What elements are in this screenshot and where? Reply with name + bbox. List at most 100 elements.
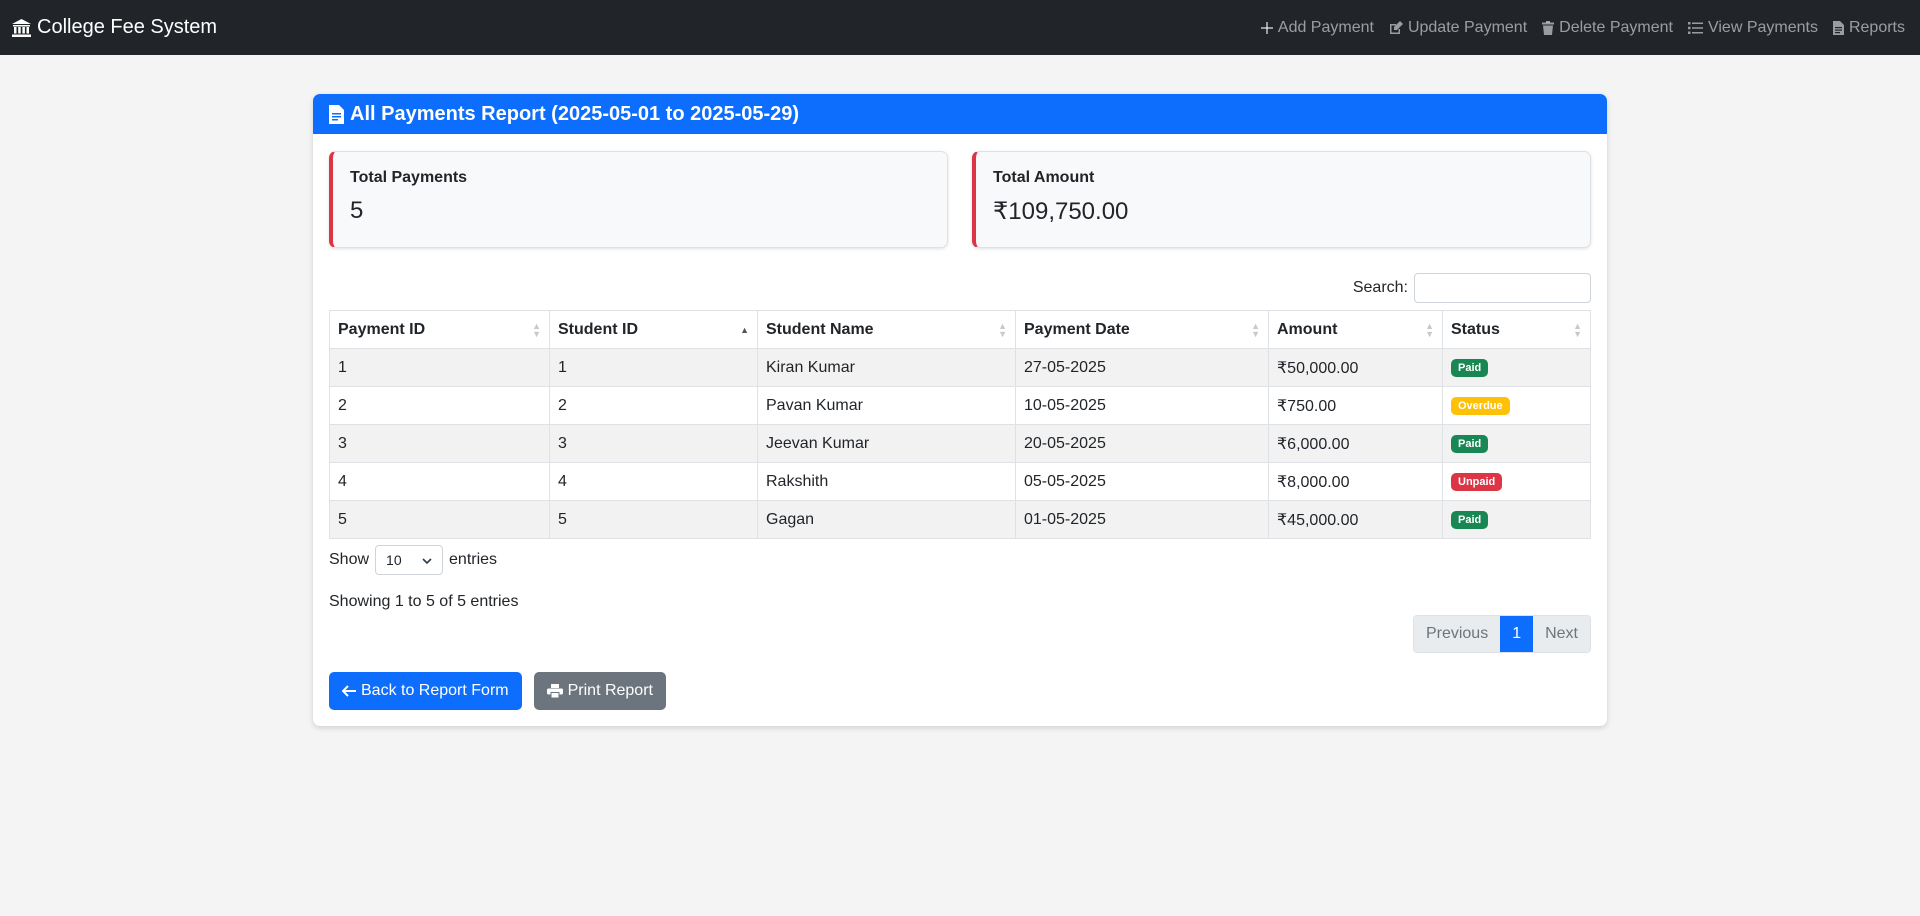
- col-amount[interactable]: Amount ▲ ▼: [1268, 310, 1443, 349]
- table-row: 5 5 Gagan 01-05-2025 ₹45,000.00 Paid: [329, 500, 1591, 539]
- search-row: Search:: [1353, 273, 1591, 303]
- total-amount-label: Total Amount: [993, 169, 1095, 186]
- nav-delete-payment[interactable]: Delete Payment: [1542, 19, 1673, 37]
- previous-button[interactable]: Previous: [1413, 616, 1501, 652]
- cell-payment-date: 05-05-2025: [1015, 462, 1269, 501]
- cell-amount: ₹750.00: [1268, 386, 1443, 425]
- total-payments-value: 5: [350, 197, 364, 224]
- status-badge: Overdue: [1451, 397, 1510, 415]
- navbar: College Fee System Add Payment Update Pa…: [0, 0, 1920, 55]
- report-card: All Payments Report (2025-05-01 to 2025-…: [313, 94, 1607, 726]
- cell-amount: ₹50,000.00: [1268, 348, 1443, 387]
- page-length-value: 10: [386, 552, 402, 568]
- chevron-down-icon: [422, 552, 432, 568]
- print-button-label: Print Report: [567, 682, 653, 699]
- file-text-icon: [329, 104, 344, 124]
- col-payment-date[interactable]: Payment Date ▲ ▼: [1015, 310, 1269, 349]
- printer-icon: [546, 684, 563, 698]
- cell-status: Paid: [1442, 500, 1591, 539]
- nav-view-payments[interactable]: View Payments: [1687, 19, 1818, 37]
- cell-student-id: 2: [549, 386, 758, 425]
- col-amount-label: Amount: [1277, 320, 1338, 338]
- cell-status: Unpaid: [1442, 462, 1591, 501]
- sort-icon: ▲ ▼: [1251, 320, 1260, 339]
- table-row: 2 2 Pavan Kumar 10-05-2025 ₹750.00 Overd…: [329, 386, 1591, 425]
- trash-icon: [1542, 20, 1555, 35]
- status-badge: Paid: [1451, 359, 1489, 377]
- cell-payment-date: 20-05-2025: [1015, 424, 1269, 463]
- entries-label: entries: [449, 551, 498, 568]
- cell-payment-date: 01-05-2025: [1015, 500, 1269, 539]
- cell-student-name: Rakshith: [757, 462, 1016, 501]
- nav-reports[interactable]: Reports: [1832, 18, 1905, 37]
- show-label: Show: [329, 551, 370, 568]
- cell-student-id: 4: [549, 462, 758, 501]
- col-status[interactable]: Status ▲ ▼: [1442, 310, 1591, 349]
- col-student-id[interactable]: Student ID ▲: [549, 310, 758, 349]
- summary-row: Total Payments 5 Total Amount ₹109,750.0…: [329, 151, 1591, 248]
- report-title: All Payments Report (2025-05-01 to 2025-…: [350, 102, 800, 125]
- nav-add-payment[interactable]: Add Payment: [1260, 18, 1374, 37]
- status-badge: Paid: [1451, 511, 1489, 529]
- next-button[interactable]: Next: [1533, 616, 1590, 652]
- brand-link[interactable]: College Fee System: [12, 16, 217, 39]
- cell-student-name: Kiran Kumar: [757, 348, 1016, 387]
- col-student-name-label: Student Name: [766, 320, 874, 338]
- cell-status: Paid: [1442, 348, 1591, 387]
- nav-links: Add Payment Update Payment Delete Paymen…: [1260, 18, 1908, 37]
- total-payments-card: Total Payments 5: [329, 151, 948, 248]
- page-length-row: Show 10 entries: [329, 545, 497, 575]
- cell-payment-id: 5: [329, 500, 550, 539]
- nav-update-payment[interactable]: Update Payment: [1389, 19, 1527, 37]
- nav-add-payment-label: Add Payment: [1277, 18, 1374, 36]
- bank-icon: [12, 18, 31, 37]
- col-student-name[interactable]: Student Name ▲ ▼: [757, 310, 1016, 349]
- cell-payment-date: 27-05-2025: [1015, 348, 1269, 387]
- nav-reports-label: Reports: [1848, 18, 1905, 36]
- total-payments-label: Total Payments: [350, 169, 468, 186]
- cell-payment-date: 10-05-2025: [1015, 386, 1269, 425]
- table-info: Showing 1 to 5 of 5 entries: [329, 593, 519, 610]
- action-buttons: Back to Report Form Print Report: [329, 672, 666, 710]
- sort-asc-icon: ▲: [740, 324, 749, 335]
- search-input[interactable]: [1414, 273, 1591, 303]
- table-row: 4 4 Rakshith 05-05-2025 ₹8,000.00 Unpaid: [329, 462, 1591, 501]
- total-amount-value: ₹109,750.00: [993, 198, 1129, 225]
- table-header-row: Payment ID ▲ ▼ Student ID ▲ Student Name ▲ ▼ …: [329, 310, 1591, 349]
- status-badge: Paid: [1451, 435, 1489, 453]
- pagination: Previous 1 Next: [1412, 615, 1591, 653]
- report-header: All Payments Report (2025-05-01 to 2025-…: [313, 94, 1607, 134]
- sort-icon: ▲ ▼: [532, 320, 541, 339]
- search-label: Search:: [1352, 279, 1408, 296]
- col-student-id-label: Student ID: [558, 320, 638, 338]
- cell-student-name: Pavan Kumar: [757, 386, 1016, 425]
- cell-student-id: 3: [549, 424, 758, 463]
- sort-icon: ▲ ▼: [1425, 320, 1434, 339]
- col-status-label: Status: [1451, 320, 1500, 338]
- edit-icon: [1389, 20, 1403, 35]
- arrow-left-icon: [342, 685, 356, 697]
- nav-update-payment-label: Update Payment: [1407, 18, 1528, 36]
- col-payment-id[interactable]: Payment ID ▲ ▼: [329, 310, 550, 349]
- table-row: 3 3 Jeevan Kumar 20-05-2025 ₹6,000.00 Pa…: [329, 424, 1591, 463]
- total-amount-card: Total Amount ₹109,750.00: [972, 151, 1591, 248]
- plus-icon: [1260, 21, 1273, 34]
- cell-payment-id: 4: [329, 462, 550, 501]
- cell-student-id: 5: [549, 500, 758, 539]
- nav-delete-payment-label: Delete Payment: [1559, 18, 1673, 36]
- cell-amount: ₹45,000.00: [1268, 500, 1443, 539]
- sort-icon: ▲ ▼: [998, 320, 1007, 339]
- status-badge: Unpaid: [1451, 473, 1503, 491]
- payments-table: Payment ID ▲ ▼ Student ID ▲ Student Name ▲ ▼ …: [329, 310, 1591, 539]
- cell-payment-id: 2: [329, 386, 550, 425]
- cell-student-name: Gagan: [757, 500, 1016, 539]
- print-report-button[interactable]: Print Report: [533, 672, 666, 710]
- brand-label: College Fee System: [37, 16, 218, 38]
- back-button-label: Back to Report Form: [361, 682, 509, 699]
- cell-status: Paid: [1442, 424, 1591, 463]
- cell-status: Overdue: [1442, 386, 1591, 425]
- page-length-select[interactable]: 10: [375, 545, 444, 575]
- cell-amount: ₹6,000.00: [1268, 424, 1443, 463]
- back-to-report-form-button[interactable]: Back to Report Form: [329, 672, 522, 710]
- page-1-button[interactable]: 1: [1500, 616, 1534, 652]
